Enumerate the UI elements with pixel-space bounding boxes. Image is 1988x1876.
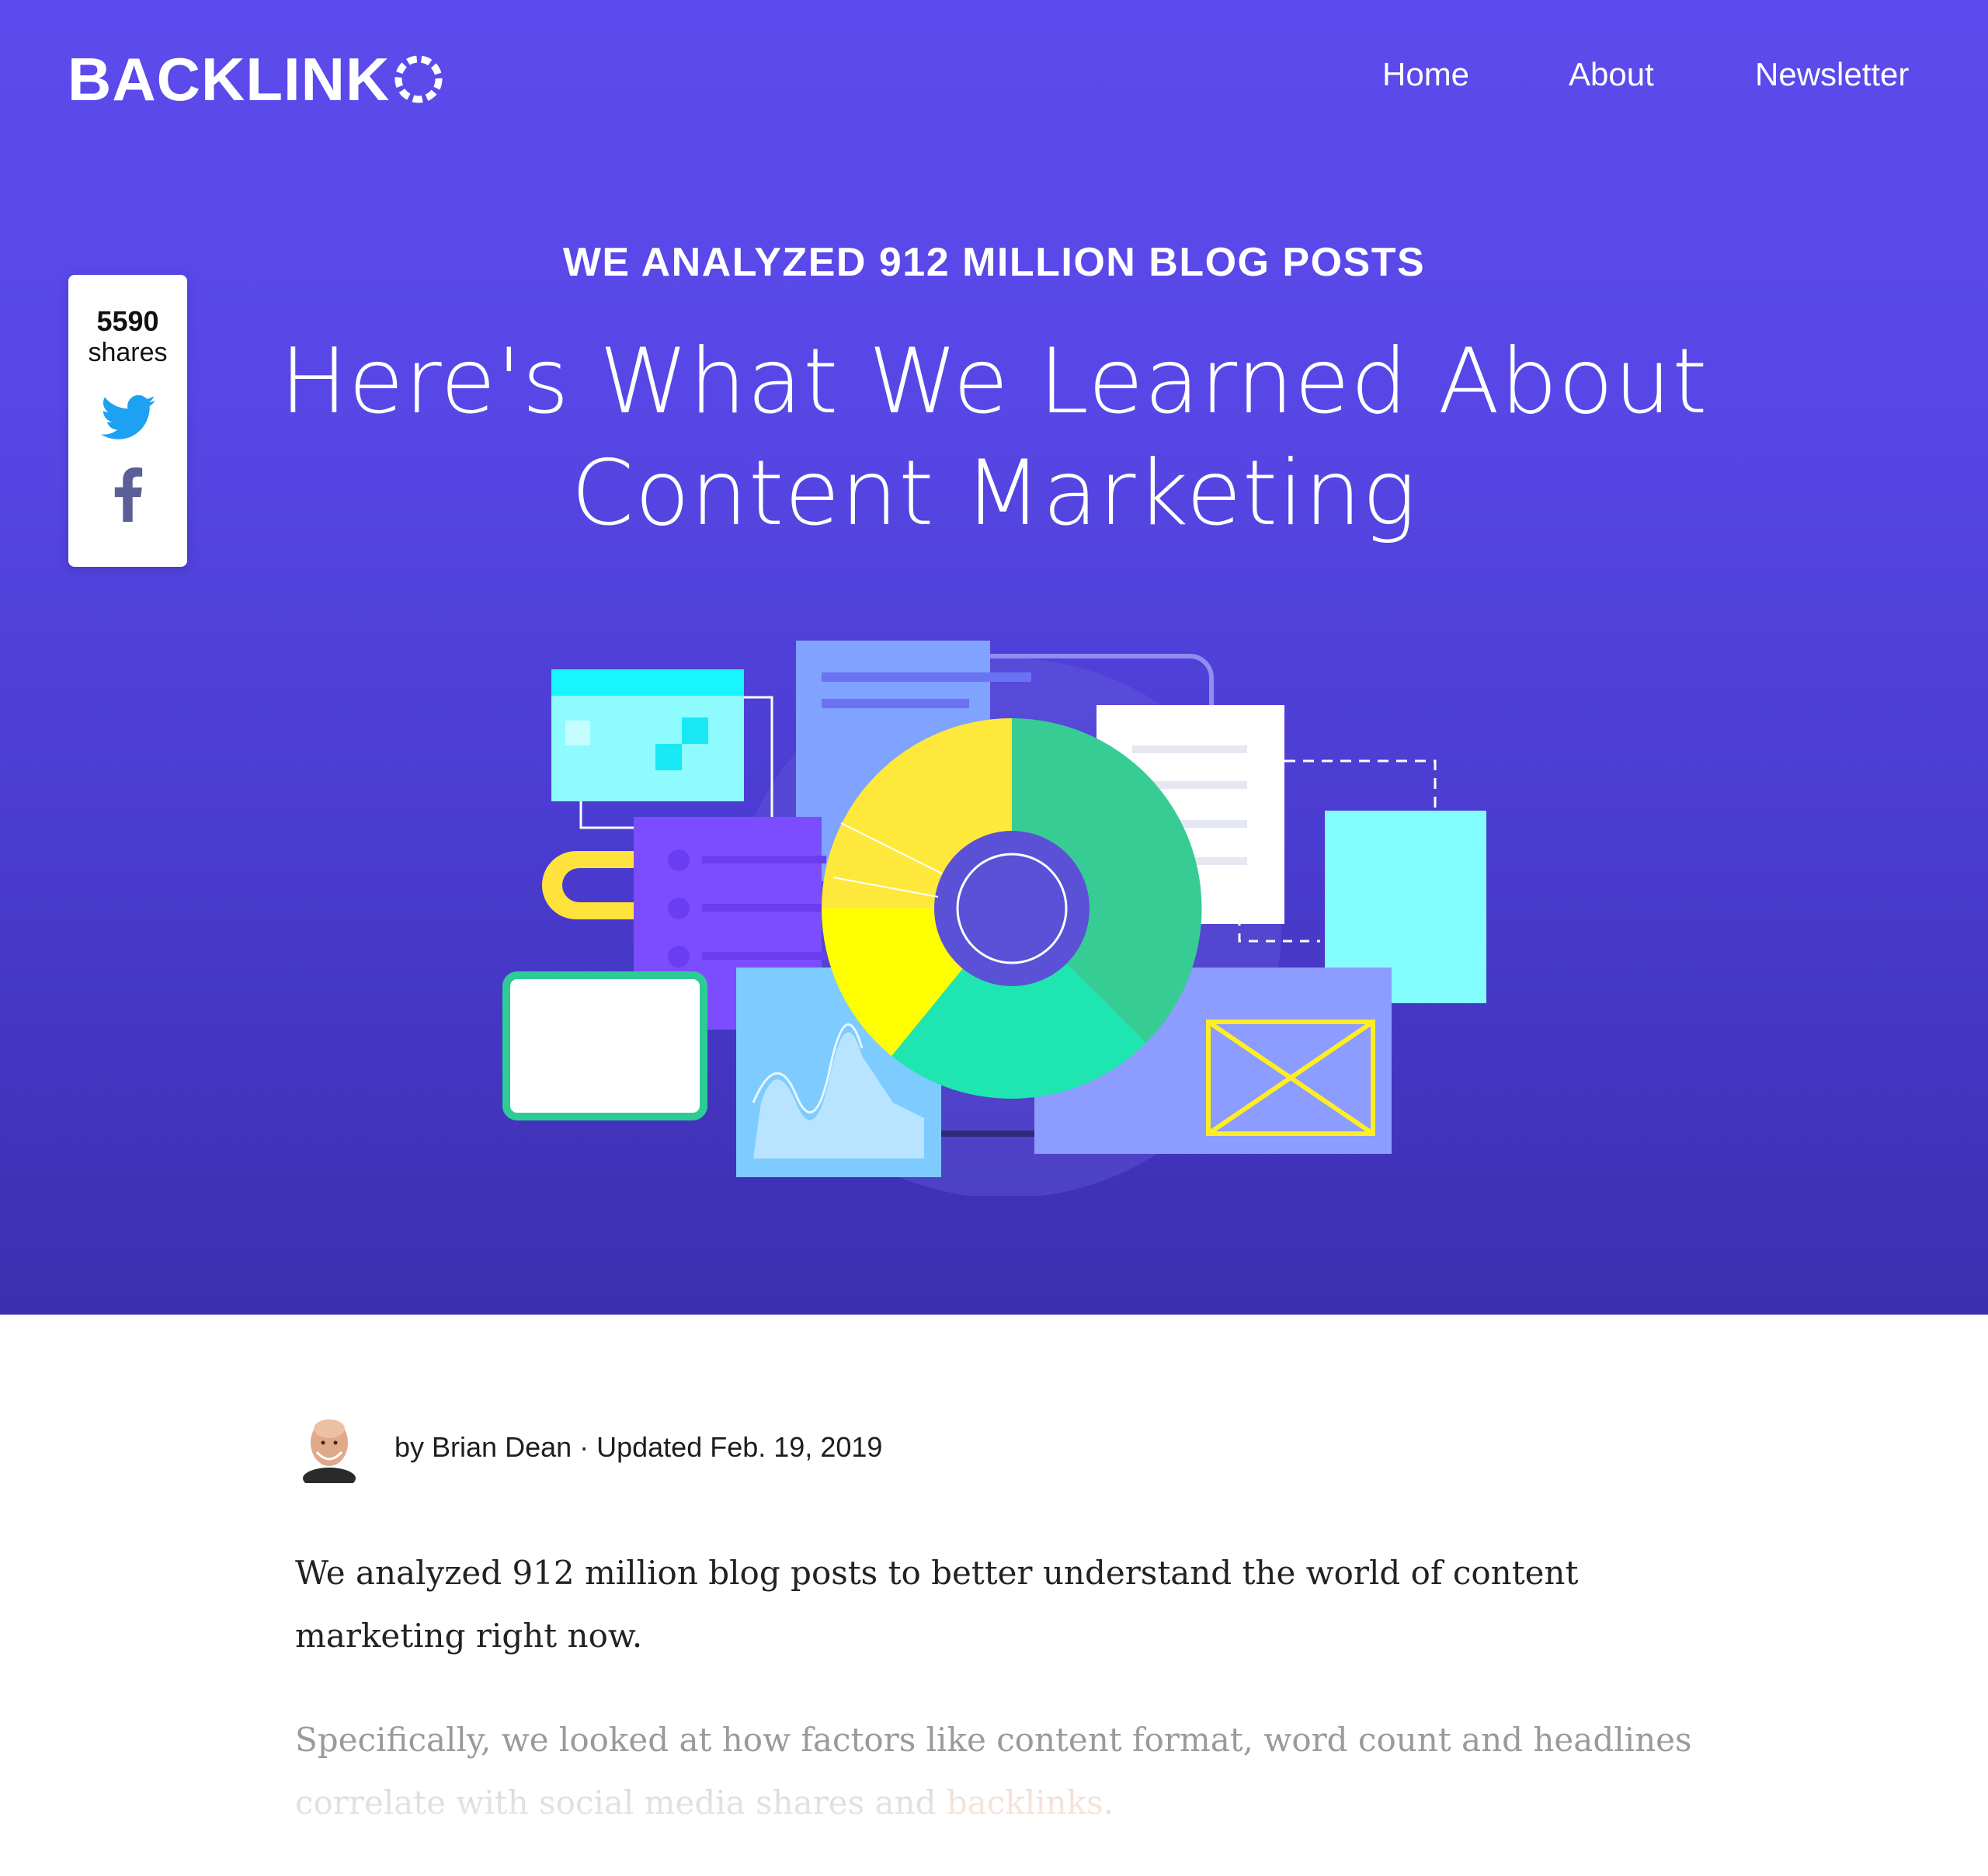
hero-section: BACKLINK Home About Newsletter 5590 shar… bbox=[0, 0, 1988, 1315]
second-paragraph-period: . bbox=[1103, 1784, 1114, 1822]
page-title-line-1: Here's What We Learned About bbox=[280, 329, 1708, 434]
byline-text: by Brian Dean · Updated Feb. 19, 2019 bbox=[394, 1431, 883, 1463]
logo-wordmark: BACKLINK bbox=[68, 45, 391, 113]
backlinko-logo[interactable]: BACKLINK bbox=[68, 48, 444, 110]
hero-kicker: WE ANALYZED 912 MILLION BLOG POSTS bbox=[562, 240, 1426, 285]
nav-about[interactable]: About bbox=[1569, 56, 1654, 93]
page-title-line-2: Content Marketing bbox=[571, 441, 1417, 546]
second-paragraph: Specifically, we looked at how factors l… bbox=[295, 1708, 1701, 1834]
author-avatar[interactable] bbox=[298, 1412, 360, 1483]
nav-newsletter[interactable]: Newsletter bbox=[1755, 56, 1909, 93]
intro-paragraph: We analyzed 912 million blog posts to be… bbox=[295, 1554, 1579, 1655]
nav-home[interactable]: Home bbox=[1382, 56, 1469, 93]
second-paragraph-line-1: Specifically, we looked at how factors l… bbox=[295, 1721, 1692, 1759]
backlinks-link[interactable]: backlinks bbox=[947, 1784, 1103, 1822]
hero-illustration bbox=[502, 641, 1486, 1196]
logo-o-icon bbox=[394, 55, 443, 103]
page-title: Here's What We Learned About Content Mar… bbox=[0, 326, 1988, 550]
author-byline: by Brian Dean · Updated Feb. 19, 2019 bbox=[298, 1412, 882, 1483]
second-paragraph-line-2: correlate with social media shares and bbox=[295, 1784, 947, 1822]
